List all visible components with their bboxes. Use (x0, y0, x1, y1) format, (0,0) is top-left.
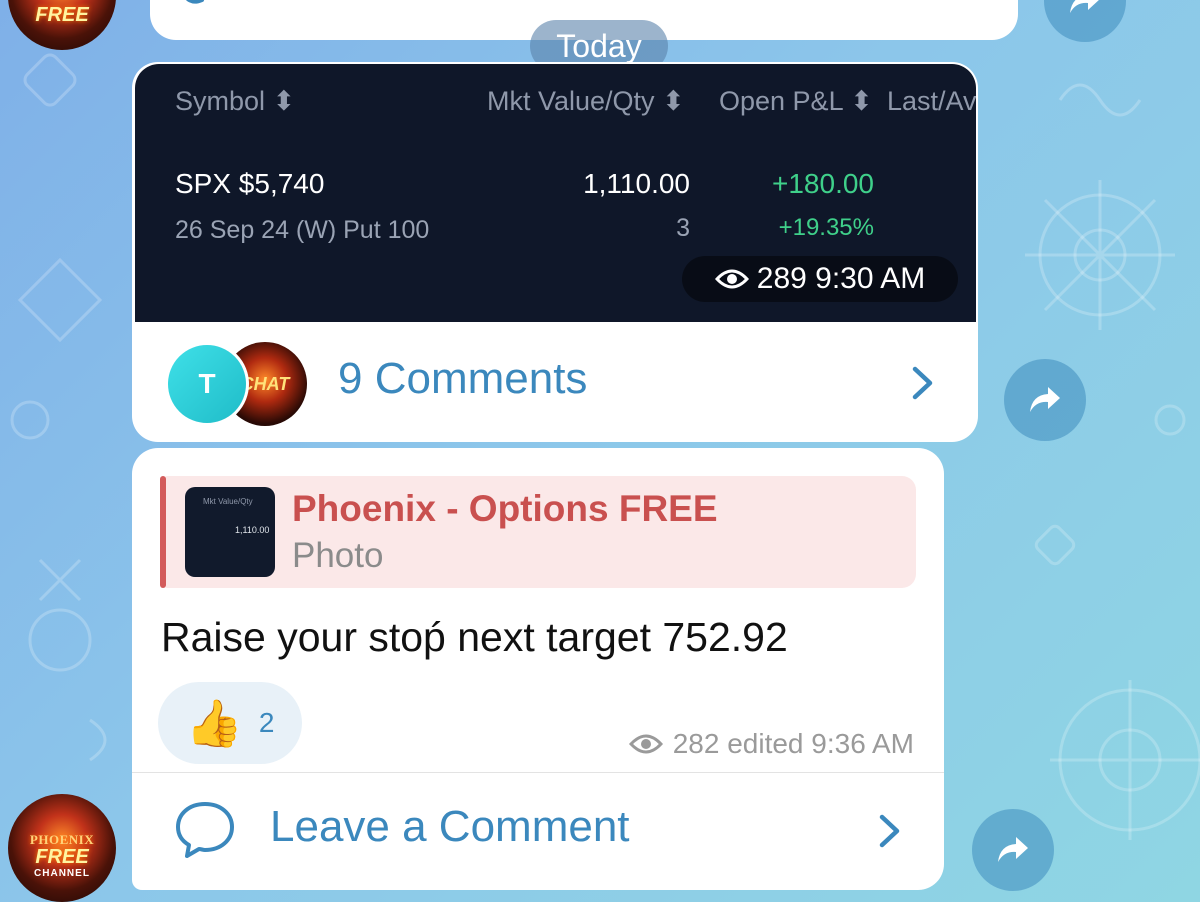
comment-bubble-icon (176, 802, 234, 858)
position-pnl: +180.00 (772, 168, 874, 199)
message-text: Raise your stoṕ next target 752.92 (161, 614, 788, 660)
reply-thumb-header: Mkt Value/Qty (203, 497, 253, 506)
post1-meta-text: 289 9:30 AM (756, 262, 926, 295)
eye-icon (714, 269, 749, 289)
position-contract: 26 Sep 24 (W) Put 100 (175, 216, 430, 244)
reaction-thumbs-up[interactable]: 👍 2 (158, 682, 302, 764)
position-symbol: SPX $5,740 (175, 168, 325, 199)
reaction-count: 2 (258, 707, 275, 738)
reply-subtitle: Photo (292, 536, 384, 575)
comments-row[interactable]: T CHAT 9 Comments (135, 322, 976, 440)
commenter-avatar: T (165, 342, 249, 426)
avatar-text: FREE (35, 4, 89, 26)
header-symbol: Symbol ⬍ (175, 86, 296, 116)
position-pnl-pct: +19.35% (778, 214, 874, 241)
chevron-right-icon (879, 814, 900, 848)
reply-title: Phoenix - Options FREE (292, 488, 718, 529)
share-arrow-icon (1070, 0, 1099, 13)
divider (132, 772, 944, 773)
leave-comment-row[interactable]: Leave a Comment (132, 774, 944, 886)
forward-button[interactable] (1004, 359, 1086, 441)
share-arrow-icon (998, 837, 1028, 862)
header-mkt-value: Mkt Value/Qty ⬍ (487, 86, 685, 116)
leave-comment-label: Leave a Comment (270, 802, 630, 851)
position-mkt-value: 1,110.00 (583, 168, 690, 199)
header-last-avg: Last/Av (887, 86, 976, 116)
share-arrow-icon (1030, 387, 1060, 412)
chevron-right-icon (912, 366, 933, 400)
comment-icon[interactable] (178, 0, 218, 15)
thumbs-up-icon: 👍 (185, 697, 243, 749)
reply-preview[interactable]: Mkt Value/Qty 1,110.00 Phoenix - Options… (160, 476, 916, 588)
commenter-avatar-letter: T (198, 368, 216, 399)
channel-avatar[interactable]: PHOENIX FREE CHANNEL (8, 794, 116, 902)
post2-meta: 282 edited 9:36 AM (628, 728, 914, 760)
avatar-line2: FREE (35, 846, 89, 868)
post1-meta: 289 9:30 AM (682, 256, 958, 302)
eye-icon (628, 734, 663, 754)
header-open-pnl: Open P&L ⬍ (719, 86, 873, 116)
reply-thumb-value: 1,110.00 (235, 525, 270, 535)
reply-accent-bar (160, 476, 166, 588)
reply-thumbnail: Mkt Value/Qty 1,110.00 (185, 487, 275, 577)
position-qty: 3 (676, 214, 690, 242)
post2-meta-text: 282 edited 9:36 AM (672, 728, 914, 759)
comments-count-label: 9 Comments (338, 354, 588, 403)
avatar-line3: CHANNEL (34, 868, 90, 879)
forward-button[interactable] (972, 809, 1054, 891)
